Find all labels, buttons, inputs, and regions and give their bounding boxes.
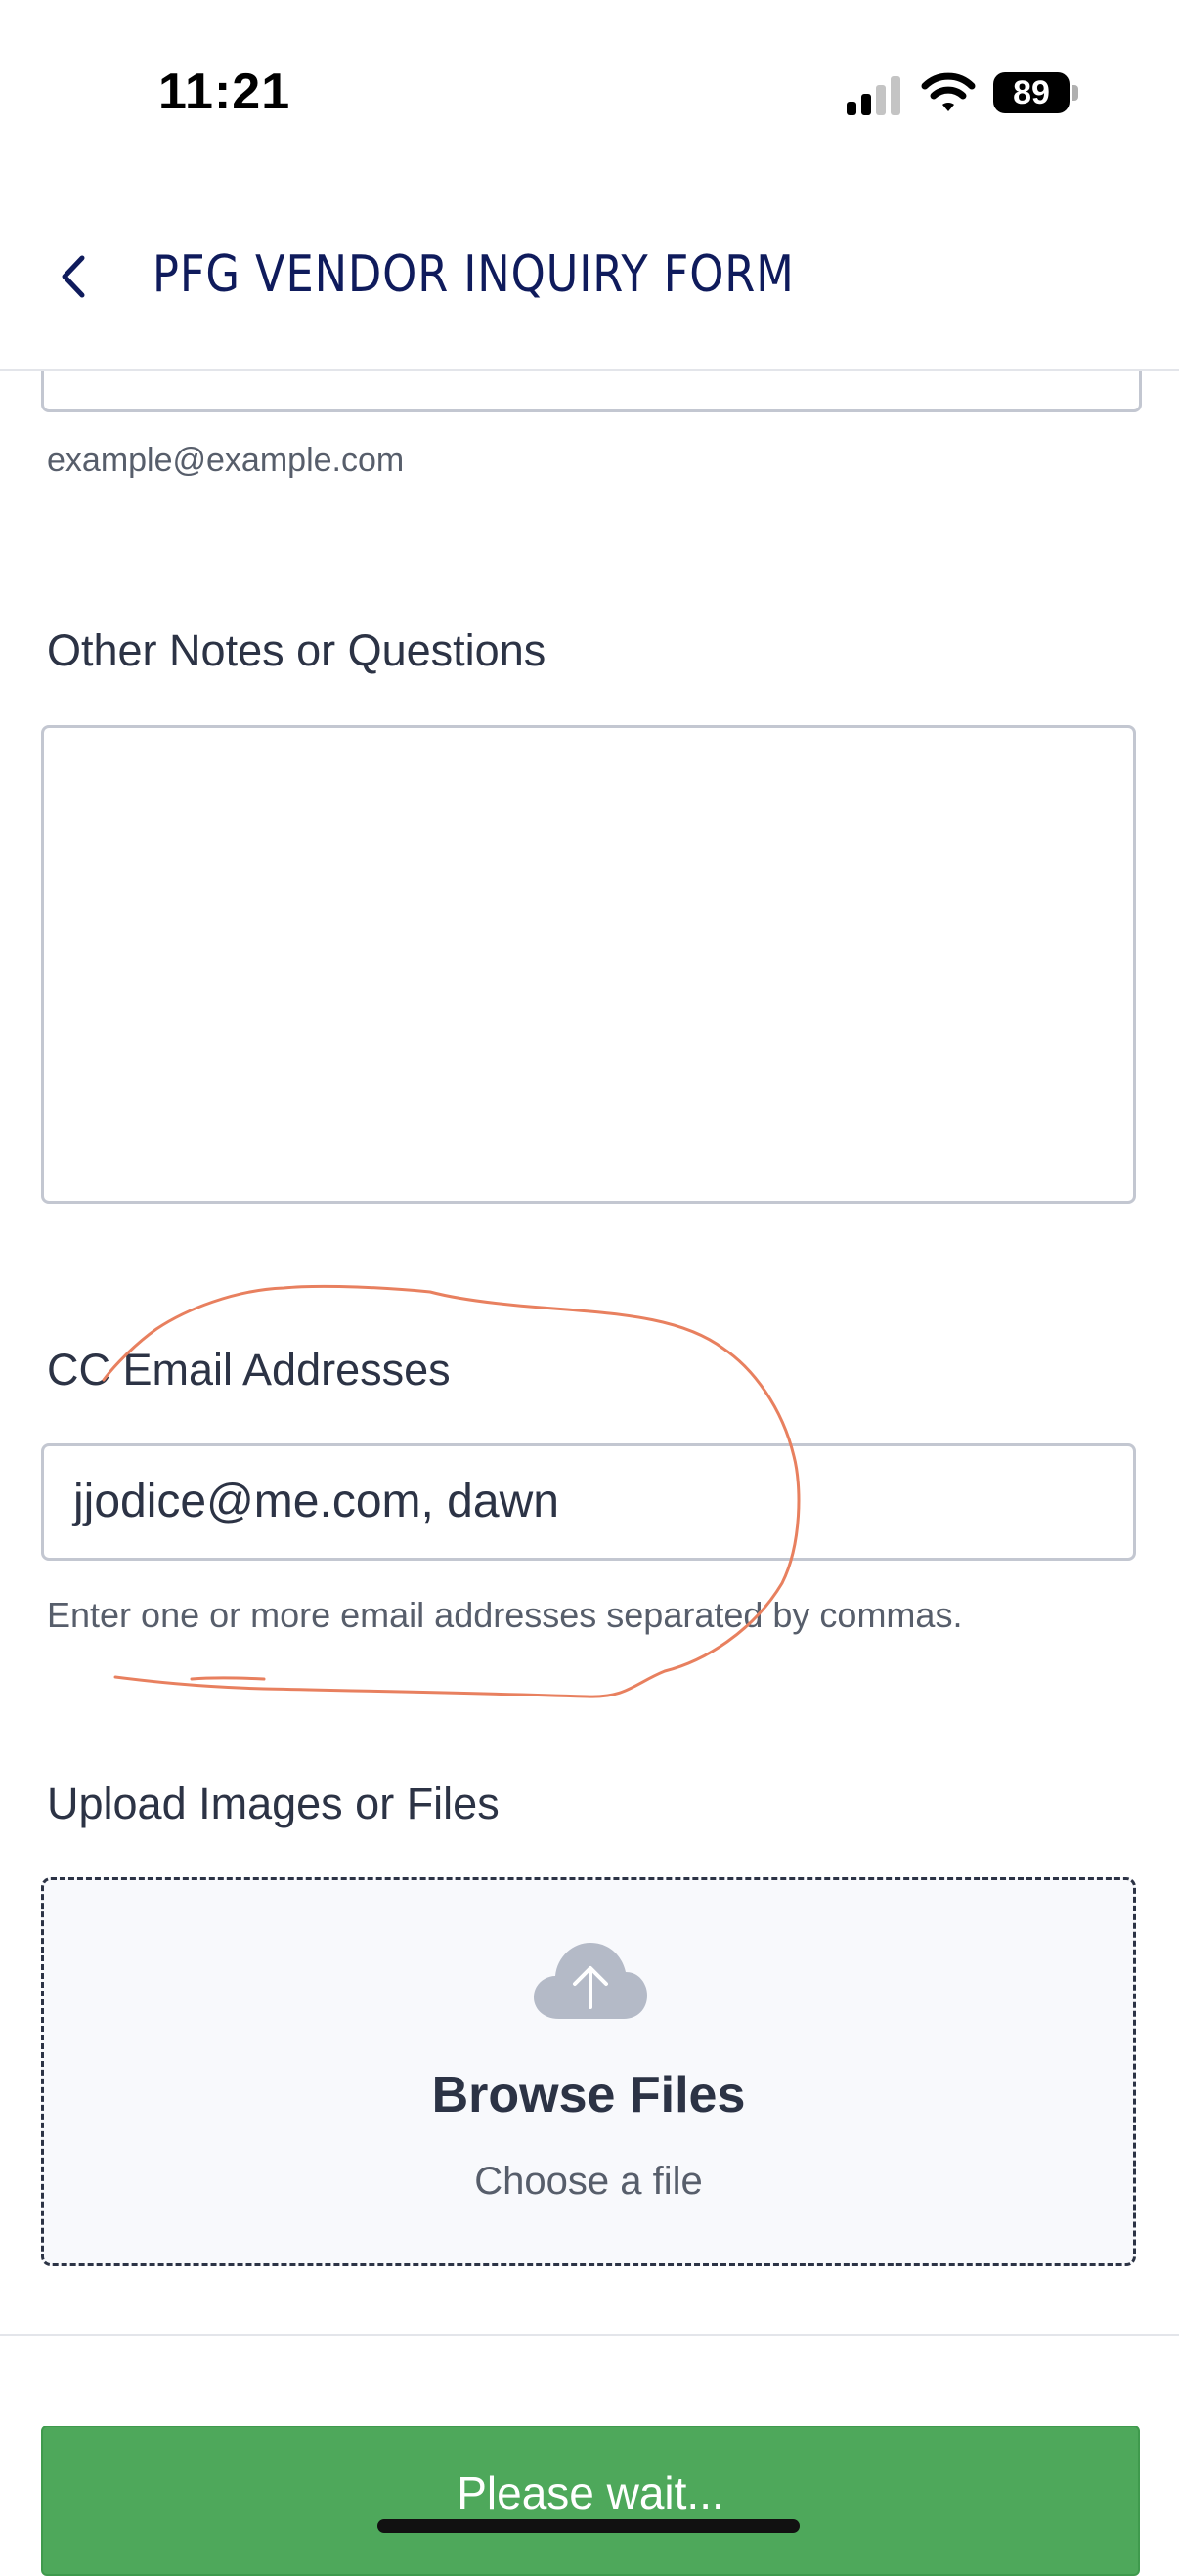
notes-label: Other Notes or Questions: [47, 625, 546, 675]
cloud-upload-icon: [534, 1943, 647, 2019]
browse-files-title: Browse Files: [431, 2067, 746, 2124]
cc-email-help: Enter one or more email addresses separa…: [47, 1595, 963, 1635]
cc-email-value: jjodice@me.com, dawn: [73, 1476, 559, 1527]
wifi-icon: [921, 72, 976, 111]
nav-bar: PFG VENDOR INQUIRY FORM: [0, 186, 1179, 371]
status-time: 11:21: [158, 64, 291, 120]
chevron-left-icon[interactable]: [47, 246, 102, 307]
email-sublabel: example@example.com: [47, 442, 405, 479]
notes-textarea[interactable]: [41, 725, 1136, 1204]
page-title: PFG VENDOR INQUIRY FORM: [153, 245, 795, 304]
choose-file-subtitle: Choose a file: [474, 2160, 703, 2203]
home-indicator[interactable]: [377, 2519, 800, 2533]
submit-label: Please wait...: [457, 2468, 724, 2518]
battery-level: 89: [1013, 74, 1050, 111]
battery-icon: 89: [993, 72, 1078, 115]
upload-dropzone[interactable]: Browse Files Choose a file: [41, 1877, 1136, 2266]
signal-icon: [847, 76, 900, 115]
submit-button[interactable]: Please wait...: [41, 2426, 1140, 2576]
cc-email-label: CC Email Addresses: [47, 1345, 451, 1395]
cc-email-input[interactable]: jjodice@me.com, dawn: [41, 1443, 1136, 1561]
upload-label: Upload Images or Files: [47, 1779, 500, 1828]
status-bar: 11:21 89: [0, 0, 1179, 186]
divider: [0, 2334, 1179, 2336]
